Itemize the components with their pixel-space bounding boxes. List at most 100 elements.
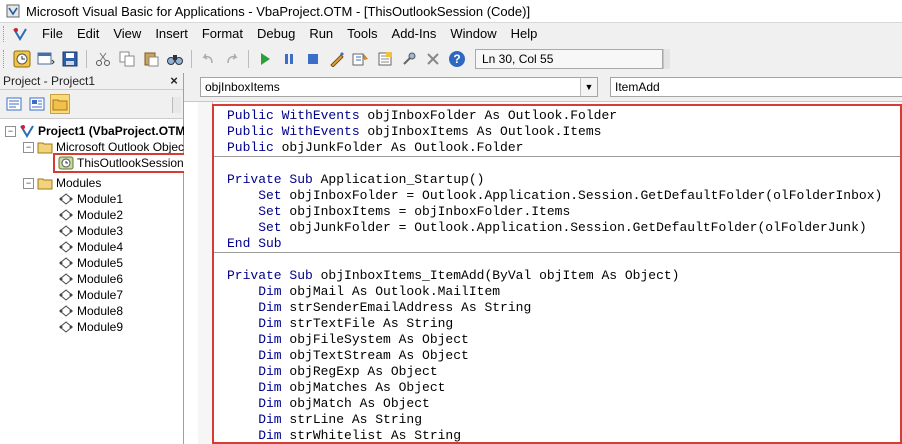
tree-module-label: Module6 [77, 272, 124, 286]
code-line[interactable]: Public WithEvents objInboxFolder As Outl… [227, 108, 617, 124]
collapse-toggle[interactable]: − [23, 141, 34, 153]
module-icon [59, 225, 73, 237]
menubar-grip[interactable] [3, 26, 7, 42]
toggle-folders-icon[interactable] [50, 94, 70, 114]
code-line[interactable]: Set objInboxFolder = Outlook.Application… [227, 188, 882, 204]
toolbar-overflow-grip[interactable] [663, 49, 670, 69]
chevron-down-icon[interactable]: ▼ [580, 78, 597, 96]
code-line[interactable]: Private Sub objInboxItems_ItemAdd(ByVal … [227, 268, 680, 284]
project-explorer: Project - Project1 × − Project1 (VbaProj… [0, 73, 193, 444]
module-icon [59, 289, 73, 301]
outlook-icon[interactable] [12, 49, 32, 69]
code-line[interactable]: Dim strSenderEmailAddress As String [227, 300, 531, 316]
cursor-position: Ln 30, Col 55 [475, 49, 663, 69]
tree-module-node[interactable]: Module8 [58, 303, 123, 319]
object-dropdown[interactable]: objInboxItems ▼ [200, 77, 598, 97]
code-line[interactable]: Dim strWhitelist As String [227, 428, 461, 444]
tree-modules-folder[interactable]: − Modules [23, 175, 101, 191]
menu-edit[interactable]: Edit [70, 23, 106, 45]
tree-module-label: Module7 [77, 288, 124, 302]
session-highlight: ThisOutlookSession [53, 153, 189, 173]
menu-insert[interactable]: Insert [148, 23, 195, 45]
tree-module-node[interactable]: Module5 [58, 255, 123, 271]
redo-icon[interactable] [222, 49, 242, 69]
tree-module-label: Module9 [77, 320, 124, 334]
panel-scrollbar[interactable] [172, 97, 181, 113]
tree-module-label: Module5 [77, 256, 124, 270]
vba-menu-icon[interactable] [11, 26, 29, 42]
vba-app-icon [6, 4, 20, 18]
tree-module-node[interactable]: Module1 [58, 191, 123, 207]
break-icon[interactable] [279, 49, 299, 69]
code-line[interactable]: Private Sub Application_Startup() [227, 172, 484, 188]
standard-toolbar: ? Ln 30, Col 55 [0, 45, 902, 74]
code-line[interactable]: Dim objMatch As Object [227, 396, 430, 412]
tree-module-label: Module4 [77, 240, 124, 254]
code-line[interactable]: Dim objMail As Outlook.MailItem [227, 284, 500, 300]
reset-icon[interactable] [303, 49, 323, 69]
code-line[interactable]: Dim objMatches As Object [227, 380, 445, 396]
tree-module-node[interactable]: Module6 [58, 271, 123, 287]
cut-icon[interactable] [93, 49, 113, 69]
breakpoint-margin[interactable] [198, 102, 213, 444]
tree-module-node[interactable]: Module3 [58, 223, 123, 239]
menu-format[interactable]: Format [195, 23, 250, 45]
module-icon [59, 193, 73, 205]
code-line[interactable]: Set objInboxItems = objInboxFolder.Items [227, 204, 570, 220]
menu-tools[interactable]: Tools [340, 23, 384, 45]
tree-session-node[interactable]: ThisOutlookSession [53, 153, 189, 173]
code-line[interactable]: Dim objFileSystem As Object [227, 332, 469, 348]
tree-module-node[interactable]: Module7 [58, 287, 123, 303]
run-icon[interactable] [255, 49, 275, 69]
code-line[interactable]: Dim objRegExp As Object [227, 364, 437, 380]
tree-module-node[interactable]: Module9 [58, 319, 123, 335]
module-icon [59, 321, 73, 333]
object-browser-icon[interactable] [399, 49, 419, 69]
tree-project-label: Project1 (VbaProject.OTM [38, 124, 186, 138]
tree-module-label: Module2 [77, 208, 124, 222]
save-icon[interactable] [60, 49, 80, 69]
code-line[interactable]: Public objJunkFolder As Outlook.Folder [227, 140, 523, 156]
toolbar-grip[interactable] [3, 50, 7, 68]
menu-view[interactable]: View [106, 23, 148, 45]
module-icon [59, 241, 73, 253]
paste-icon[interactable] [141, 49, 161, 69]
collapse-toggle[interactable]: − [5, 125, 16, 137]
code-line[interactable]: Dim strLine As String [227, 412, 422, 428]
procedure-dropdown[interactable]: ItemAdd [610, 77, 902, 97]
menu-add-ins[interactable]: Add-Ins [385, 23, 444, 45]
code-line[interactable]: Dim objTextStream As Object [227, 348, 469, 364]
menu-debug[interactable]: Debug [250, 23, 302, 45]
tree-outlook-objects-label: Microsoft Outlook Objects [56, 140, 194, 154]
code-line[interactable]: End Sub [227, 236, 282, 252]
code-window: objInboxItems ▼ ItemAdd Public WithEvent… [184, 73, 902, 444]
toolbox-icon[interactable] [423, 49, 443, 69]
window-title: Microsoft Visual Basic for Applications … [26, 3, 531, 19]
menu-file[interactable]: File [35, 23, 70, 45]
menu-run[interactable]: Run [302, 23, 340, 45]
menu-window[interactable]: Window [443, 23, 503, 45]
svg-text:?: ? [453, 52, 460, 66]
collapse-toggle[interactable]: − [23, 177, 34, 189]
help-icon[interactable]: ? [447, 49, 467, 69]
code-line[interactable]: Public WithEvents objInboxItems As Outlo… [227, 124, 601, 140]
design-mode-icon[interactable] [327, 49, 347, 69]
tree-project-node[interactable]: − Project1 (VbaProject.OTM [5, 123, 185, 139]
insert-module-icon[interactable] [36, 49, 56, 69]
tree-module-node[interactable]: Module2 [58, 207, 123, 223]
object-dropdown-value: objInboxItems [205, 80, 280, 94]
properties-icon[interactable] [375, 49, 395, 69]
menu-help[interactable]: Help [504, 23, 545, 45]
tree-module-node[interactable]: Module4 [58, 239, 123, 255]
undo-icon[interactable] [198, 49, 218, 69]
view-code-icon[interactable] [4, 94, 24, 114]
code-editor[interactable]: Public WithEvents objInboxFolder As Outl… [184, 102, 902, 444]
find-icon[interactable] [165, 49, 185, 69]
code-line[interactable]: Dim strTextFile As String [227, 316, 453, 332]
code-line[interactable]: Set objJunkFolder = Outlook.Application.… [227, 220, 867, 236]
toolbar-separator [86, 50, 87, 68]
copy-icon[interactable] [117, 49, 137, 69]
view-object-icon[interactable] [27, 94, 47, 114]
project-explorer-icon[interactable] [351, 49, 371, 69]
close-icon[interactable]: × [167, 74, 181, 88]
